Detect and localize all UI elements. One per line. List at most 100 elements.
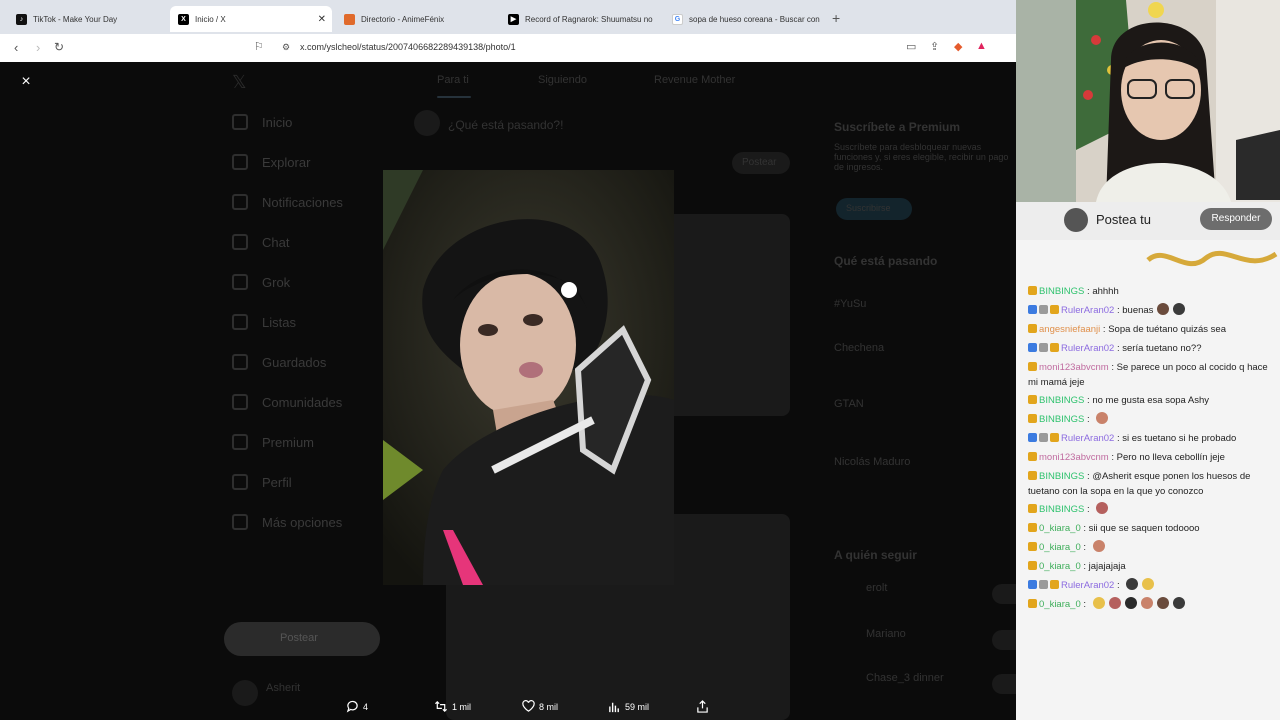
close-viewer-button[interactable]: × [16, 72, 36, 92]
follow-button[interactable] [992, 674, 1016, 694]
compose-input[interactable]: ¿Qué está pasando?! [448, 118, 563, 132]
grey-badge-icon [1039, 343, 1048, 352]
gold-badge-icon [1028, 452, 1037, 461]
sidebar-item-listas[interactable]: Listas [232, 314, 296, 330]
sidebar-item-explorar[interactable]: Explorar [232, 154, 310, 170]
gold-badge-icon [1028, 561, 1037, 570]
chat-username[interactable]: BINBINGS [1039, 395, 1084, 406]
tab-siguiendo[interactable]: Siguiendo [538, 74, 587, 86]
chat-message: 0_kiara_0 : sii que se saquen todoooo [1028, 521, 1280, 536]
webcam-overlay [1016, 0, 1280, 202]
trend-item[interactable]: GTAN [834, 398, 864, 410]
back-icon[interactable]: ‹ [14, 40, 18, 55]
compose-post-button[interactable]: Postear [732, 152, 790, 174]
reload-icon[interactable]: ↻ [54, 40, 64, 54]
share-button[interactable] [696, 700, 713, 713]
trend-item[interactable]: Chechena [834, 342, 884, 354]
views-button[interactable]: 59 mil [608, 700, 649, 713]
chat-username[interactable]: RulerAran02 [1061, 580, 1114, 591]
grey-badge-icon [1039, 305, 1048, 314]
chat-username[interactable]: 0_kiara_0 [1039, 561, 1081, 572]
sidebar-item-notificaciones[interactable]: Notificaciones [232, 194, 343, 210]
follow-button[interactable] [992, 584, 1016, 604]
post-action-bar: 4 1 mil 8 mil 59 mil [0, 696, 1016, 720]
more-icon [232, 514, 248, 530]
brave-rewards-icon[interactable]: ▲ [976, 40, 987, 52]
people-icon [232, 394, 248, 410]
tiktok-icon: ♪ [16, 13, 27, 25]
x-logo-icon: X [178, 13, 189, 25]
url-field[interactable]: ⚙ x.com/yslcheol/status/2007406682289439… [272, 38, 1000, 58]
chat-message: BINBINGS : [1028, 412, 1280, 427]
share-icon[interactable]: ⇪ [930, 40, 939, 53]
tab-para-ti[interactable]: Para ti [437, 74, 469, 86]
reply-button[interactable]: 4 [346, 700, 368, 713]
tab-revenue[interactable]: Revenue Mother [654, 74, 735, 86]
follow-button[interactable] [992, 630, 1016, 650]
chat-username[interactable]: RulerAran02 [1061, 343, 1114, 354]
follow-title: A quién seguir [834, 548, 917, 562]
chat-message: moni123abvcnm : Pero no lleva cebollín j… [1028, 450, 1280, 465]
chat-username[interactable]: BINBINGS [1039, 471, 1084, 482]
tab-title: Inicio / X [195, 14, 226, 24]
chat-username[interactable]: 0_kiara_0 [1039, 542, 1081, 553]
chat-username[interactable]: moni123abvcnm [1039, 362, 1109, 373]
sidebar-item-inicio[interactable]: Inicio [232, 114, 292, 130]
tab-google[interactable]: G sopa de hueso coreana - Buscar con [664, 6, 826, 32]
bookmark-icon[interactable]: ⚐ [254, 40, 264, 53]
close-tab-icon[interactable]: ✕ [318, 14, 326, 25]
tab-title: Directorio - AnimeFénix [361, 14, 445, 24]
chat-username[interactable]: RulerAran02 [1061, 305, 1114, 316]
tab-youtube[interactable]: ▶ Record of Ragnarok: Shuumatsu no [500, 6, 662, 32]
sidebar-item-comunidades[interactable]: Comunidades [232, 394, 342, 410]
chat-username[interactable]: BINBINGS [1039, 414, 1084, 425]
sidebar-item-grok[interactable]: Grok [232, 274, 290, 290]
separator: : [1084, 504, 1093, 515]
sidebar-item-perfil[interactable]: Perfil [232, 474, 292, 490]
chat-username[interactable]: 0_kiara_0 [1039, 523, 1081, 534]
emote-icon [1157, 303, 1170, 315]
tab-tiktok[interactable]: ♪ TikTok - Make Your Day [8, 6, 168, 32]
gold-badge-icon [1050, 343, 1059, 352]
chat-username[interactable]: angesniefaanji [1039, 324, 1100, 335]
tab-animefenix[interactable]: Directorio - AnimeFénix [336, 6, 498, 32]
chat-text: no me gusta esa sopa Ashy [1092, 395, 1210, 406]
subscribe-button[interactable]: Suscribirse [836, 198, 912, 220]
reply-button[interactable]: Responder [1200, 208, 1272, 230]
post-photo[interactable] [383, 170, 674, 585]
trend-item[interactable]: #YuSu [834, 298, 866, 310]
like-count: 8 mil [539, 701, 559, 712]
list-icon [232, 314, 248, 330]
chat-username[interactable]: RulerAran02 [1061, 433, 1114, 444]
cast-icon[interactable]: ▭ [906, 40, 916, 53]
site-info-icon[interactable]: ⚙ [282, 42, 290, 53]
sidebar-item-mas-opciones[interactable]: Más opciones [232, 514, 342, 530]
gold-badge-icon [1050, 305, 1059, 314]
forward-icon[interactable]: › [36, 40, 40, 55]
tab-x[interactable]: X Inicio / X ✕ [170, 6, 332, 32]
account-name: Asherit [266, 682, 301, 694]
gold-badge-icon [1050, 580, 1059, 589]
brave-shield-icon[interactable]: ◆ [954, 40, 962, 53]
chat-username[interactable]: BINBINGS [1039, 504, 1084, 515]
chat-username[interactable]: BINBINGS [1039, 286, 1084, 297]
chat-username[interactable]: moni123abvcnm [1039, 452, 1109, 463]
grey-badge-icon [1039, 580, 1048, 589]
tab-title: sopa de hueso coreana - Buscar con [689, 14, 820, 24]
sidebar-item-guardados[interactable]: Guardados [232, 354, 326, 370]
gold-badge-icon [1028, 471, 1037, 480]
separator: : [1080, 523, 1089, 534]
share-icon [697, 700, 708, 713]
like-button[interactable]: 8 mil [522, 700, 558, 713]
chat-username[interactable]: 0_kiara_0 [1039, 599, 1081, 610]
trend-item[interactable]: Nicolás Maduro [834, 456, 910, 468]
views-icon [609, 702, 619, 713]
follow-name: erolt [866, 582, 888, 594]
sidebar-item-chat[interactable]: Chat [232, 234, 289, 250]
sidebar-item-premium[interactable]: Premium [232, 434, 314, 450]
new-tab-button[interactable]: + [832, 10, 840, 26]
reply-input[interactable]: Postea tu [1096, 212, 1151, 227]
post-button[interactable]: Postear [224, 622, 380, 656]
premium-title: Suscríbete a Premium [834, 120, 961, 134]
repost-button[interactable]: 1 mil [434, 700, 471, 713]
